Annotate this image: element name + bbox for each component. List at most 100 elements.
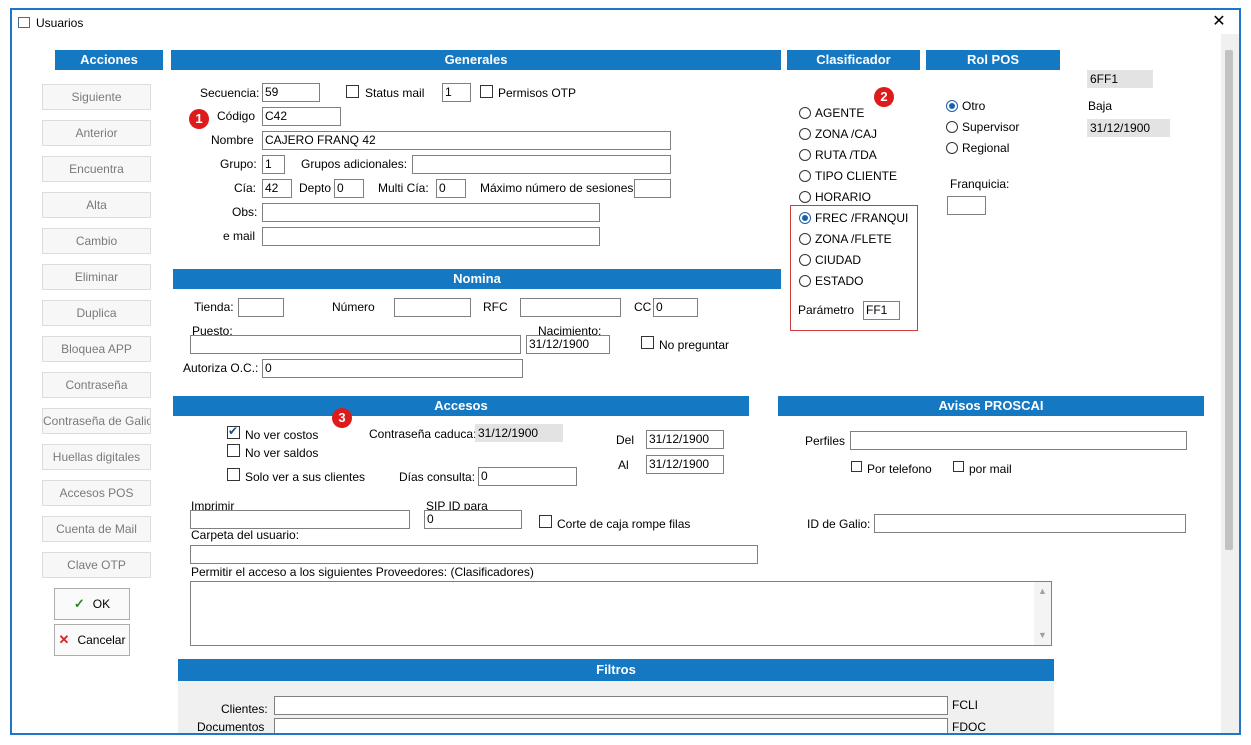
close-icon[interactable]: ✕ [1209, 12, 1229, 32]
clasificador-option-label: HORARIO [815, 190, 872, 204]
clasificador-radio[interactable] [799, 128, 811, 140]
rfc-input[interactable] [520, 298, 621, 317]
proveedores-textarea[interactable]: ▲ ▼ [190, 581, 1052, 646]
close-icon: ✕ [58, 632, 70, 647]
codigo-input[interactable]: C42 [262, 107, 341, 126]
dias-consulta-input[interactable]: 0 [478, 467, 577, 486]
al-input[interactable]: 31/12/1900 [646, 455, 724, 474]
nombre-label: Nombre [211, 133, 254, 147]
clientes-input[interactable] [274, 696, 948, 715]
ok-button[interactable]: ✓ OK [54, 588, 130, 620]
main-scrollbar-thumb[interactable] [1225, 50, 1233, 550]
clasificador-radio[interactable] [799, 233, 811, 245]
accion-bloquea-app-button[interactable]: Bloquea APP [42, 336, 151, 362]
puesto-input[interactable] [190, 335, 521, 354]
rol-pos-radio[interactable] [946, 121, 958, 133]
multi-cia-input[interactable]: 0 [436, 179, 466, 198]
por-mail-checkbox[interactable] [953, 461, 964, 472]
accion-huellas-digitales-button[interactable]: Huellas digitales [42, 444, 151, 470]
por-telefono-label: Por telefono [867, 462, 932, 476]
contrasena-caduca-value: 31/12/1900 [475, 424, 563, 442]
depto-input[interactable]: 0 [334, 179, 364, 198]
max-sesiones-label: Máximo número de sesiones: [480, 181, 637, 195]
accion-encuentra-button[interactable]: Encuentra [42, 156, 151, 182]
check-icon: ✓ [73, 596, 85, 611]
secuencia-label: Secuencia: [200, 86, 260, 100]
no-preguntar-checkbox[interactable] [641, 336, 654, 349]
clasificador-radio[interactable] [799, 170, 811, 182]
clasificador-radio[interactable] [799, 149, 811, 161]
grupos-adicionales-input[interactable] [412, 155, 671, 174]
cc-input[interactable]: 0 [653, 298, 698, 317]
cia-input[interactable]: 42 [262, 179, 292, 198]
accion-clave-otp-button[interactable]: Clave OTP [42, 552, 151, 578]
cancel-button[interactable]: ✕ Cancelar [54, 624, 130, 656]
rol-pos-option-label: Supervisor [962, 120, 1020, 134]
nacimiento-input[interactable]: 31/12/1900 [526, 335, 610, 354]
dias-consulta-label: Días consulta: [399, 470, 476, 484]
multi-cia-label: Multi Cía: [378, 181, 429, 195]
rol-pos-radio[interactable] [946, 100, 958, 112]
clasificador-radio[interactable] [799, 212, 811, 224]
rol-pos-header: Rol POS [926, 50, 1060, 70]
documentos-code: FDOC [952, 720, 986, 734]
accion-cambio-button[interactable]: Cambio [42, 228, 151, 254]
max-sesiones-input[interactable] [634, 179, 671, 198]
corte-checkbox[interactable] [539, 515, 552, 528]
status-mail-checkbox[interactable] [346, 85, 359, 98]
del-input[interactable]: 31/12/1900 [646, 430, 724, 449]
accion-alta-button[interactable]: Alta [42, 192, 151, 218]
documentos-input[interactable] [274, 718, 948, 733]
callout-badge-1: 1 [189, 109, 209, 129]
parametro-input[interactable]: FF1 [863, 301, 900, 320]
no-ver-costos-checkbox[interactable] [227, 424, 240, 439]
clasificador-radio[interactable] [799, 107, 811, 119]
clasificador-radio[interactable] [799, 191, 811, 203]
imprimir-input[interactable] [190, 510, 410, 529]
window-title: Usuarios [36, 16, 84, 30]
autoriza-input[interactable]: 0 [262, 359, 523, 378]
secuencia-input[interactable]: 59 [262, 83, 320, 102]
cc-label: CC [634, 300, 652, 314]
textarea-scrollbar[interactable]: ▲ ▼ [1034, 582, 1051, 645]
tienda-input[interactable] [238, 298, 284, 317]
clasificador-option-label: FREC /FRANQUI [815, 211, 909, 225]
no-ver-saldos-checkbox[interactable] [227, 444, 240, 457]
accion-cuenta-de-mail-button[interactable]: Cuenta de Mail [42, 516, 151, 542]
scroll-up-icon[interactable]: ▲ [1038, 586, 1047, 596]
generales-header: Generales [171, 50, 781, 70]
id-galio-input[interactable] [874, 514, 1186, 533]
perfiles-label: Perfiles [805, 434, 846, 448]
carpeta-input[interactable] [190, 545, 758, 564]
accion-accesos-pos-button[interactable]: Accesos POS [42, 480, 151, 506]
tienda-label: Tienda: [194, 300, 234, 314]
accion-contraseña-de-galio-button[interactable]: Contraseña de Galio [42, 408, 151, 434]
accion-siguiente-button[interactable]: Siguiente [42, 84, 151, 110]
nombre-input[interactable]: CAJERO FRANQ 42 [262, 131, 671, 150]
obs-input[interactable] [262, 203, 600, 222]
franquicia-label: Franquicia: [950, 177, 1010, 191]
clasificador-option-label: ESTADO [815, 274, 864, 288]
baja-date: 31/12/1900 [1087, 119, 1170, 137]
accion-contraseña-button[interactable]: Contraseña [42, 372, 151, 398]
solo-clientes-checkbox[interactable] [227, 468, 240, 481]
clasificador-radio[interactable] [799, 254, 811, 266]
franquicia-input[interactable] [947, 196, 986, 215]
accion-anterior-button[interactable]: Anterior [42, 120, 151, 146]
accion-duplica-button[interactable]: Duplica [42, 300, 151, 326]
clasificador-radio[interactable] [799, 275, 811, 287]
email-input[interactable] [262, 227, 600, 246]
perfiles-input[interactable] [850, 431, 1187, 450]
usuarios-window: Usuarios ✕ Acciones Siguiente Anterior Enc… [10, 8, 1241, 735]
por-telefono-checkbox[interactable] [851, 461, 862, 472]
scroll-down-icon[interactable]: ▼ [1038, 630, 1047, 640]
numero-input[interactable] [394, 298, 471, 317]
no-ver-saldos-label: No ver saldos [245, 446, 319, 460]
accion-eliminar-button[interactable]: Eliminar [42, 264, 151, 290]
status-mail-input[interactable]: 1 [442, 83, 471, 102]
rol-pos-radio[interactable] [946, 142, 958, 154]
clasificador-option-label: ZONA /CAJ [815, 127, 878, 141]
permisos-otp-checkbox[interactable] [480, 85, 493, 98]
grupo-input[interactable]: 1 [262, 155, 285, 174]
sip-input[interactable]: 0 [424, 510, 522, 529]
